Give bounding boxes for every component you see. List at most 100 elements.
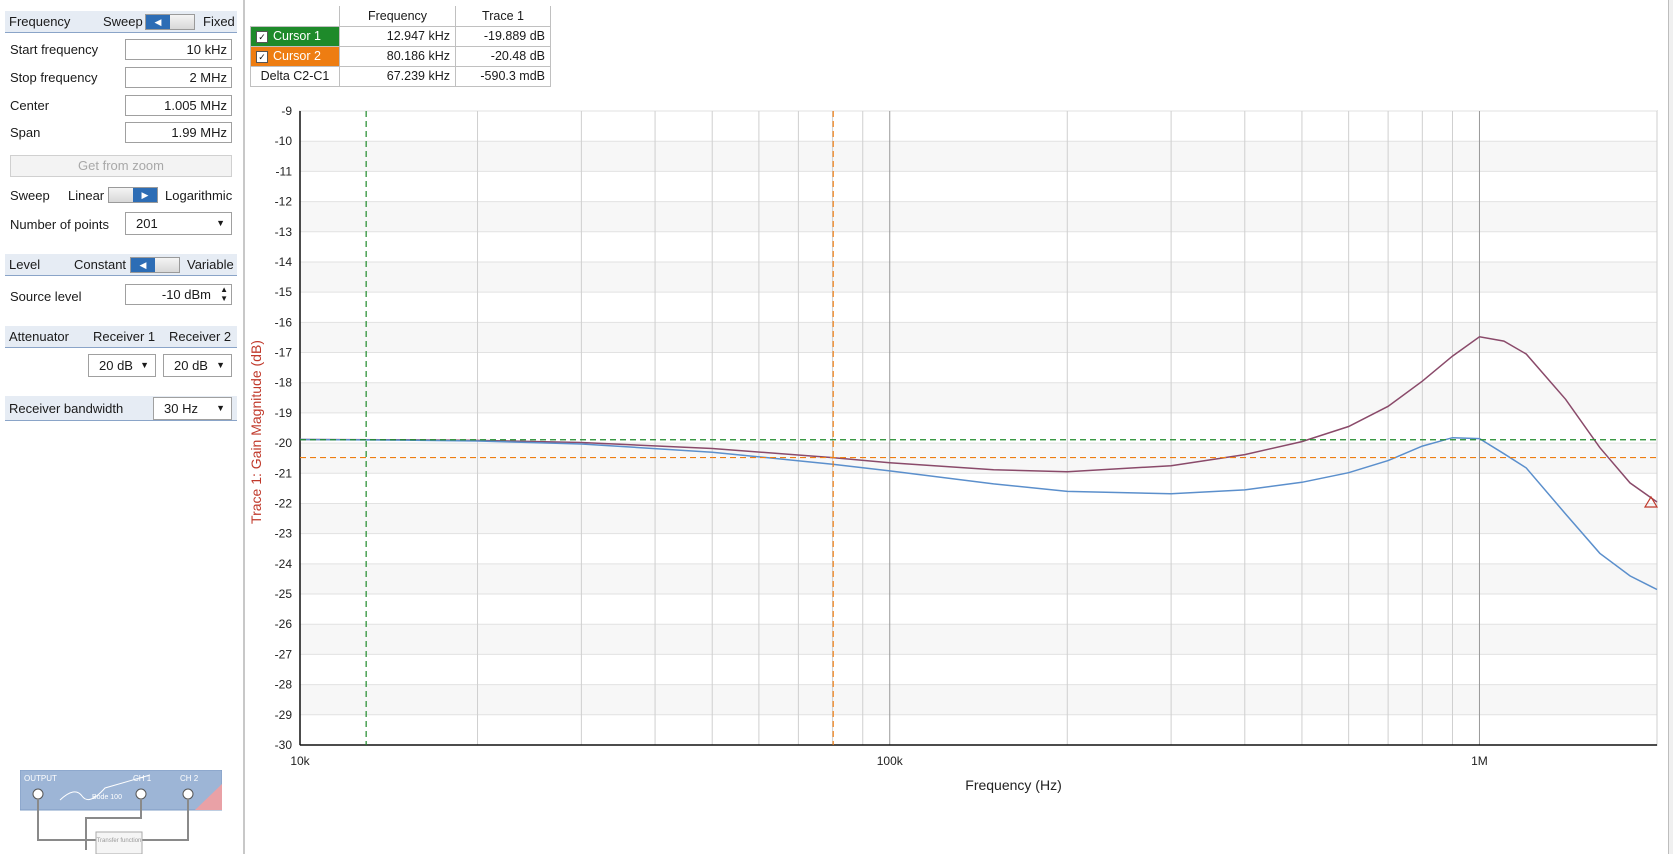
device-name-label: Bode 100 — [92, 794, 122, 801]
y-tick-label: -10 — [275, 134, 293, 148]
logarithmic-option-label: Logarithmic — [165, 188, 233, 203]
x-tick-label: 10k — [290, 754, 310, 768]
checkbox-checked-icon[interactable]: ✓ — [256, 50, 268, 63]
x-tick-labels: 10k 100k 1M — [290, 754, 1487, 768]
y-tick-label: -29 — [275, 708, 293, 722]
span-label: Span — [10, 125, 41, 140]
y-tick-label: -12 — [275, 195, 293, 209]
center-field[interactable]: 1.005 MHz — [125, 95, 232, 116]
arrow-right-icon: ▶ — [133, 188, 157, 202]
y-tick-label: -21 — [275, 466, 293, 480]
y-tick-label: -18 — [275, 376, 293, 390]
y-tick-label: -28 — [275, 678, 293, 692]
x-tick-label: 1M — [1471, 754, 1488, 768]
bandwidth-label: Receiver bandwidth — [9, 401, 124, 416]
constant-option-label: Constant — [74, 257, 127, 272]
frequency-section-header: Frequency Sweep ◀ Fixed — [5, 11, 237, 33]
attenuator-section-header: Attenuator Receiver 1 Receiver 2 — [5, 326, 237, 348]
output-port-label: OUTPUT — [24, 774, 57, 783]
y-tick-label: -24 — [275, 557, 293, 571]
bandwidth-dropdown[interactable]: 30 Hz ▼ — [153, 397, 232, 420]
bode-chart[interactable]: -9 -10 -11 -12 -13 -14 -15 -16 -17 -18 -19 -20 -21 -2… — [245, 100, 1665, 854]
level-section-header: Level Constant ◀ Variable — [5, 254, 237, 276]
cursor2-value: -20.48 dB — [455, 45, 551, 67]
cursor1-cell[interactable]: ✓ Cursor 1 — [250, 25, 340, 47]
fixed-option-label: Fixed — [203, 14, 235, 29]
y-tick-label: -25 — [275, 587, 293, 601]
output-port-icon — [32, 788, 44, 800]
settings-panel: Frequency Sweep ◀ Fixed Start frequency … — [0, 0, 240, 854]
stop-frequency-label: Stop frequency — [10, 70, 98, 85]
y-tick-label: -16 — [275, 315, 293, 329]
checkbox-checked-icon[interactable]: ✓ — [256, 30, 268, 43]
ch2-port-label: CH 2 — [180, 774, 199, 783]
ch2-port-icon — [182, 788, 194, 800]
table-row: ✓ Cursor 2 80.186 kHz -20.48 dB — [250, 45, 551, 67]
span-field[interactable]: 1.99 MHz — [125, 122, 232, 143]
receiver2-label: Receiver 2 — [169, 329, 232, 344]
get-from-zoom-button[interactable]: Get from zoom — [10, 155, 232, 177]
y-tick-label: -23 — [275, 527, 293, 541]
cursor2-frequency: 80.186 kHz — [339, 45, 456, 67]
points-value: 201 — [136, 216, 158, 231]
y-tick-label: -11 — [276, 164, 293, 178]
source-level-label: Source level — [10, 289, 82, 304]
x-tick-label: 100k — [877, 754, 904, 768]
y-tick-label: -27 — [275, 647, 293, 661]
plot-band — [300, 352, 1657, 383]
points-dropdown[interactable]: 201 ▼ — [125, 212, 232, 235]
right-panel-edge — [1668, 0, 1673, 854]
cursor1-name: Cursor 1 — [273, 29, 321, 43]
spinner-icon[interactable]: ▲ ▼ — [220, 285, 228, 303]
sweep-type-label: Sweep — [10, 188, 50, 203]
receiver2-attenuator-dropdown[interactable]: 20 dB ▼ — [163, 354, 232, 377]
y-tick-label: -26 — [275, 617, 293, 631]
y-tick-labels: -9 -10 -11 -12 -13 -14 -15 -16 -17 -18 -19 -20 -21 -2… — [275, 104, 293, 752]
y-tick-label: -20 — [275, 436, 293, 450]
y-tick-label: -17 — [275, 346, 293, 360]
table-row: ✓ Cursor 1 12.947 kHz -19.889 dB — [250, 25, 551, 47]
bandwidth-value: 30 Hz — [164, 401, 198, 416]
linear-option-label: Linear — [68, 188, 105, 203]
stop-frequency-field[interactable]: 2 MHz — [125, 67, 232, 88]
points-label: Number of points — [10, 217, 109, 232]
sweep-option-label: Sweep — [103, 14, 143, 29]
delta-value: -590.3 mdB — [455, 65, 551, 87]
variable-option-label: Variable — [187, 257, 234, 272]
chevron-down-icon: ▼ — [216, 403, 225, 413]
y-tick-label: -22 — [275, 496, 293, 510]
ch1-port-icon — [135, 788, 147, 800]
chevron-down-icon: ▼ — [216, 360, 225, 370]
attenuator-title: Attenuator — [9, 329, 69, 344]
receiver1-value: 20 dB — [99, 358, 133, 373]
cursor1-value: -19.889 dB — [455, 25, 551, 47]
level-title: Level — [9, 257, 41, 272]
connection-schematic: OUTPUT CH 1 CH 2 Bode 100 Transfer funct… — [20, 770, 222, 854]
y-tick-label: -30 — [275, 738, 293, 752]
chevron-down-icon: ▼ — [140, 360, 149, 370]
plot-band — [300, 533, 1657, 564]
sweep-fixed-toggle[interactable]: ◀ — [145, 14, 195, 30]
cursor-table: Frequency Trace 1 ✓ Cursor 1 12.947 kHz -… — [250, 6, 551, 87]
header-empty — [250, 6, 340, 27]
source-level-field[interactable]: -10 dBm ▲ ▼ — [125, 284, 232, 305]
receiver1-attenuator-dropdown[interactable]: 20 dB ▼ — [88, 354, 156, 377]
constant-variable-toggle[interactable]: ◀ — [130, 257, 180, 273]
frequency-title: Frequency — [9, 14, 71, 29]
plot-band — [300, 412, 1657, 444]
cursor1-frequency: 12.947 kHz — [339, 25, 456, 47]
start-frequency-field[interactable]: 10 kHz — [125, 39, 232, 60]
y-tick-label: -15 — [275, 285, 293, 299]
cursor2-name: Cursor 2 — [273, 49, 321, 63]
y-axis-label: Trace 1: Gain Magnitude (dB) — [248, 340, 264, 524]
y-tick-label: -13 — [275, 225, 293, 239]
delta-frequency: 67.239 kHz — [339, 65, 456, 87]
plot-band — [300, 654, 1657, 685]
chevron-down-icon: ▼ — [216, 218, 225, 228]
plot-band — [300, 473, 1657, 504]
receiver1-label: Receiver 1 — [93, 329, 156, 344]
cursor2-cell[interactable]: ✓ Cursor 2 — [250, 45, 340, 67]
x-axis-label: Frequency (Hz) — [965, 777, 1061, 793]
plot-band — [300, 594, 1657, 625]
linear-log-toggle[interactable]: ▶ — [108, 187, 158, 203]
